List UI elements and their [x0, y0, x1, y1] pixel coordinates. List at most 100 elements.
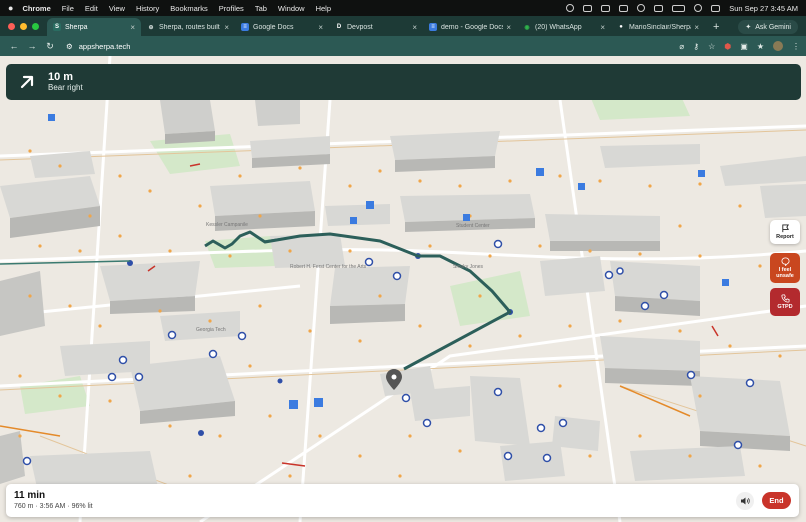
minimize-window-icon[interactable]: [20, 22, 27, 30]
extension-shield-icon[interactable]: ⬢: [724, 42, 731, 51]
github-favicon-icon: ●: [619, 24, 623, 30]
arrow-up-right-icon: [20, 75, 34, 89]
password-key-icon[interactable]: ⚷: [693, 42, 699, 51]
tab-strip: S Sherpa × ⊕ Sherpa, routes built a × ≡ …: [0, 16, 806, 36]
tab-github[interactable]: ● MarioSinclair/Sherpa ×: [611, 18, 705, 36]
url-text[interactable]: appsherpa.tech: [79, 42, 131, 51]
tab-google-docs[interactable]: ≡ Google Docs ×: [235, 18, 329, 36]
extensions-puzzle-icon[interactable]: ▣: [740, 42, 748, 51]
tab-devpost[interactable]: D Devpost ×: [329, 18, 423, 36]
new-tab-button[interactable]: +: [705, 18, 727, 36]
map-viewport[interactable]: Kessler Campanile Robert H. Ferst Center…: [0, 56, 806, 522]
ask-gemini-label: Ask Gemini: [755, 23, 791, 31]
tab-label: Sherpa, routes built a: [159, 23, 222, 31]
gemini-icon: ✦: [745, 24, 752, 31]
focus-icon[interactable]: [637, 4, 646, 12]
turn-instruction: Bear right: [48, 83, 83, 92]
tab-sherpa-routes[interactable]: ⊕ Sherpa, routes built a ×: [141, 18, 235, 36]
tab-label: MarioSinclair/Sherpa: [629, 23, 692, 31]
instruction-text-group: 10 m Bear right: [48, 71, 83, 93]
voice-toggle-button[interactable]: [736, 491, 754, 510]
map-label: Georgia Tech: [196, 327, 226, 333]
close-tab-icon[interactable]: ×: [224, 23, 229, 32]
close-window-icon[interactable]: [8, 22, 15, 30]
whatsapp-favicon-icon: ◉: [524, 24, 530, 31]
browser-toolbar: ← → ↻ ⚙ appsherpa.tech ⌀ ⚷ ☆ ⬢ ▣ ★ ⋮: [0, 36, 806, 56]
record-icon[interactable]: [566, 4, 575, 12]
ask-gemini-button[interactable]: ✦ Ask Gemini: [738, 20, 798, 34]
end-navigation-button[interactable]: End: [762, 492, 791, 509]
zoom-window-icon[interactable]: [32, 22, 39, 30]
menu-bookmarks[interactable]: Bookmarks: [170, 4, 208, 13]
control-center-icon[interactable]: [711, 4, 721, 12]
chrome-menu-icon[interactable]: ⋮: [792, 42, 800, 51]
trip-details: 760 m · 3:56 AM · 96% lit: [14, 503, 93, 510]
back-icon[interactable]: ←: [6, 41, 22, 51]
menu-clock[interactable]: Sun Sep 27 3:45 AM: [729, 4, 798, 13]
address-bar[interactable]: ⚙ appsherpa.tech: [66, 42, 130, 51]
spotlight-icon[interactable]: [694, 4, 703, 12]
tab-label: Sherpa: [65, 23, 88, 31]
trip-info: 11 min 760 m · 3:56 AM · 96% lit: [14, 490, 93, 511]
close-tab-icon[interactable]: ×: [130, 23, 135, 32]
tab-label: demo - Google Docs: [441, 23, 504, 31]
menu-tab[interactable]: Tab: [255, 4, 267, 13]
control-icon[interactable]: [601, 4, 611, 12]
forward-icon[interactable]: →: [24, 41, 40, 51]
tab-demo-docs[interactable]: ≡ demo - Google Docs ×: [423, 18, 517, 36]
reload-icon[interactable]: ↻: [42, 41, 58, 52]
menu-file[interactable]: File: [62, 4, 74, 13]
macos-menu-bar: ● Chrome File Edit View History Bookmark…: [0, 0, 806, 16]
call-gtpd-button[interactable]: GTPD: [770, 288, 800, 316]
bookmark-manager-icon[interactable]: ★: [757, 42, 764, 51]
window-controls: [0, 16, 47, 36]
close-tab-icon[interactable]: ×: [694, 23, 699, 32]
speaker-icon: [741, 497, 750, 504]
map-label: Student Center: [456, 223, 490, 229]
tab-label: Devpost: [347, 23, 373, 31]
turn-instruction-banner: 10 m Bear right: [6, 64, 801, 100]
tab-whatsapp[interactable]: ◉ (20) WhatsApp ×: [517, 18, 611, 36]
close-tab-icon[interactable]: ×: [506, 23, 511, 32]
site-info-icon[interactable]: ⚙: [66, 42, 73, 51]
menu-edit[interactable]: Edit: [85, 4, 98, 13]
sherpa-favicon-icon: S: [53, 23, 61, 31]
trip-summary-card: 11 min 760 m · 3:56 AM · 96% lit End: [6, 484, 799, 517]
report-button[interactable]: Report: [770, 220, 800, 244]
menu-view[interactable]: View: [109, 4, 125, 13]
docs-favicon-icon: ≡: [241, 23, 249, 31]
menu-window[interactable]: Window: [278, 4, 305, 13]
devpost-favicon-icon: D: [336, 24, 342, 30]
map-label: Kessler Campanile: [206, 222, 248, 228]
profile-avatar[interactable]: [773, 41, 783, 51]
battery-icon[interactable]: [672, 4, 686, 12]
bookmark-star-icon[interactable]: ☆: [708, 42, 715, 51]
close-tab-icon[interactable]: ×: [412, 23, 417, 32]
tab-label: Google Docs: [253, 23, 294, 31]
i-feel-unsafe-button[interactable]: I feel unsafe: [770, 253, 800, 283]
apple-icon[interactable]: ●: [8, 3, 13, 13]
close-tab-icon[interactable]: ×: [318, 23, 323, 32]
gtpd-label: GTPD: [777, 304, 793, 310]
menu-profiles[interactable]: Profiles: [219, 4, 244, 13]
wifi-icon[interactable]: [654, 4, 664, 12]
map-label: Smoky Jones: [453, 264, 484, 270]
menu-app-name[interactable]: Chrome: [22, 4, 50, 13]
tab-sherpa[interactable]: S Sherpa ×: [47, 18, 141, 36]
menu-help[interactable]: Help: [316, 4, 331, 13]
toolbar-actions: ⌀ ⚷ ☆ ⬢ ▣ ★ ⋮: [679, 41, 800, 51]
input-source-icon[interactable]: [619, 4, 629, 12]
phone-icon: [780, 294, 790, 303]
eta-duration: 11 min: [14, 490, 46, 501]
buildings: [0, 100, 806, 501]
close-tab-icon[interactable]: ×: [600, 23, 605, 32]
docs-favicon-icon: ≡: [429, 23, 437, 31]
menu-history[interactable]: History: [136, 4, 159, 13]
flag-icon: [781, 224, 789, 233]
campus-map[interactable]: Kessler Campanile Robert H. Ferst Center…: [0, 56, 806, 522]
unsafe-label-line2: unsafe: [776, 273, 794, 279]
report-label: Report: [776, 234, 794, 240]
display-icon[interactable]: [583, 4, 593, 12]
tab-label: (20) WhatsApp: [535, 23, 582, 31]
mic-blocked-icon[interactable]: ⌀: [679, 42, 684, 51]
